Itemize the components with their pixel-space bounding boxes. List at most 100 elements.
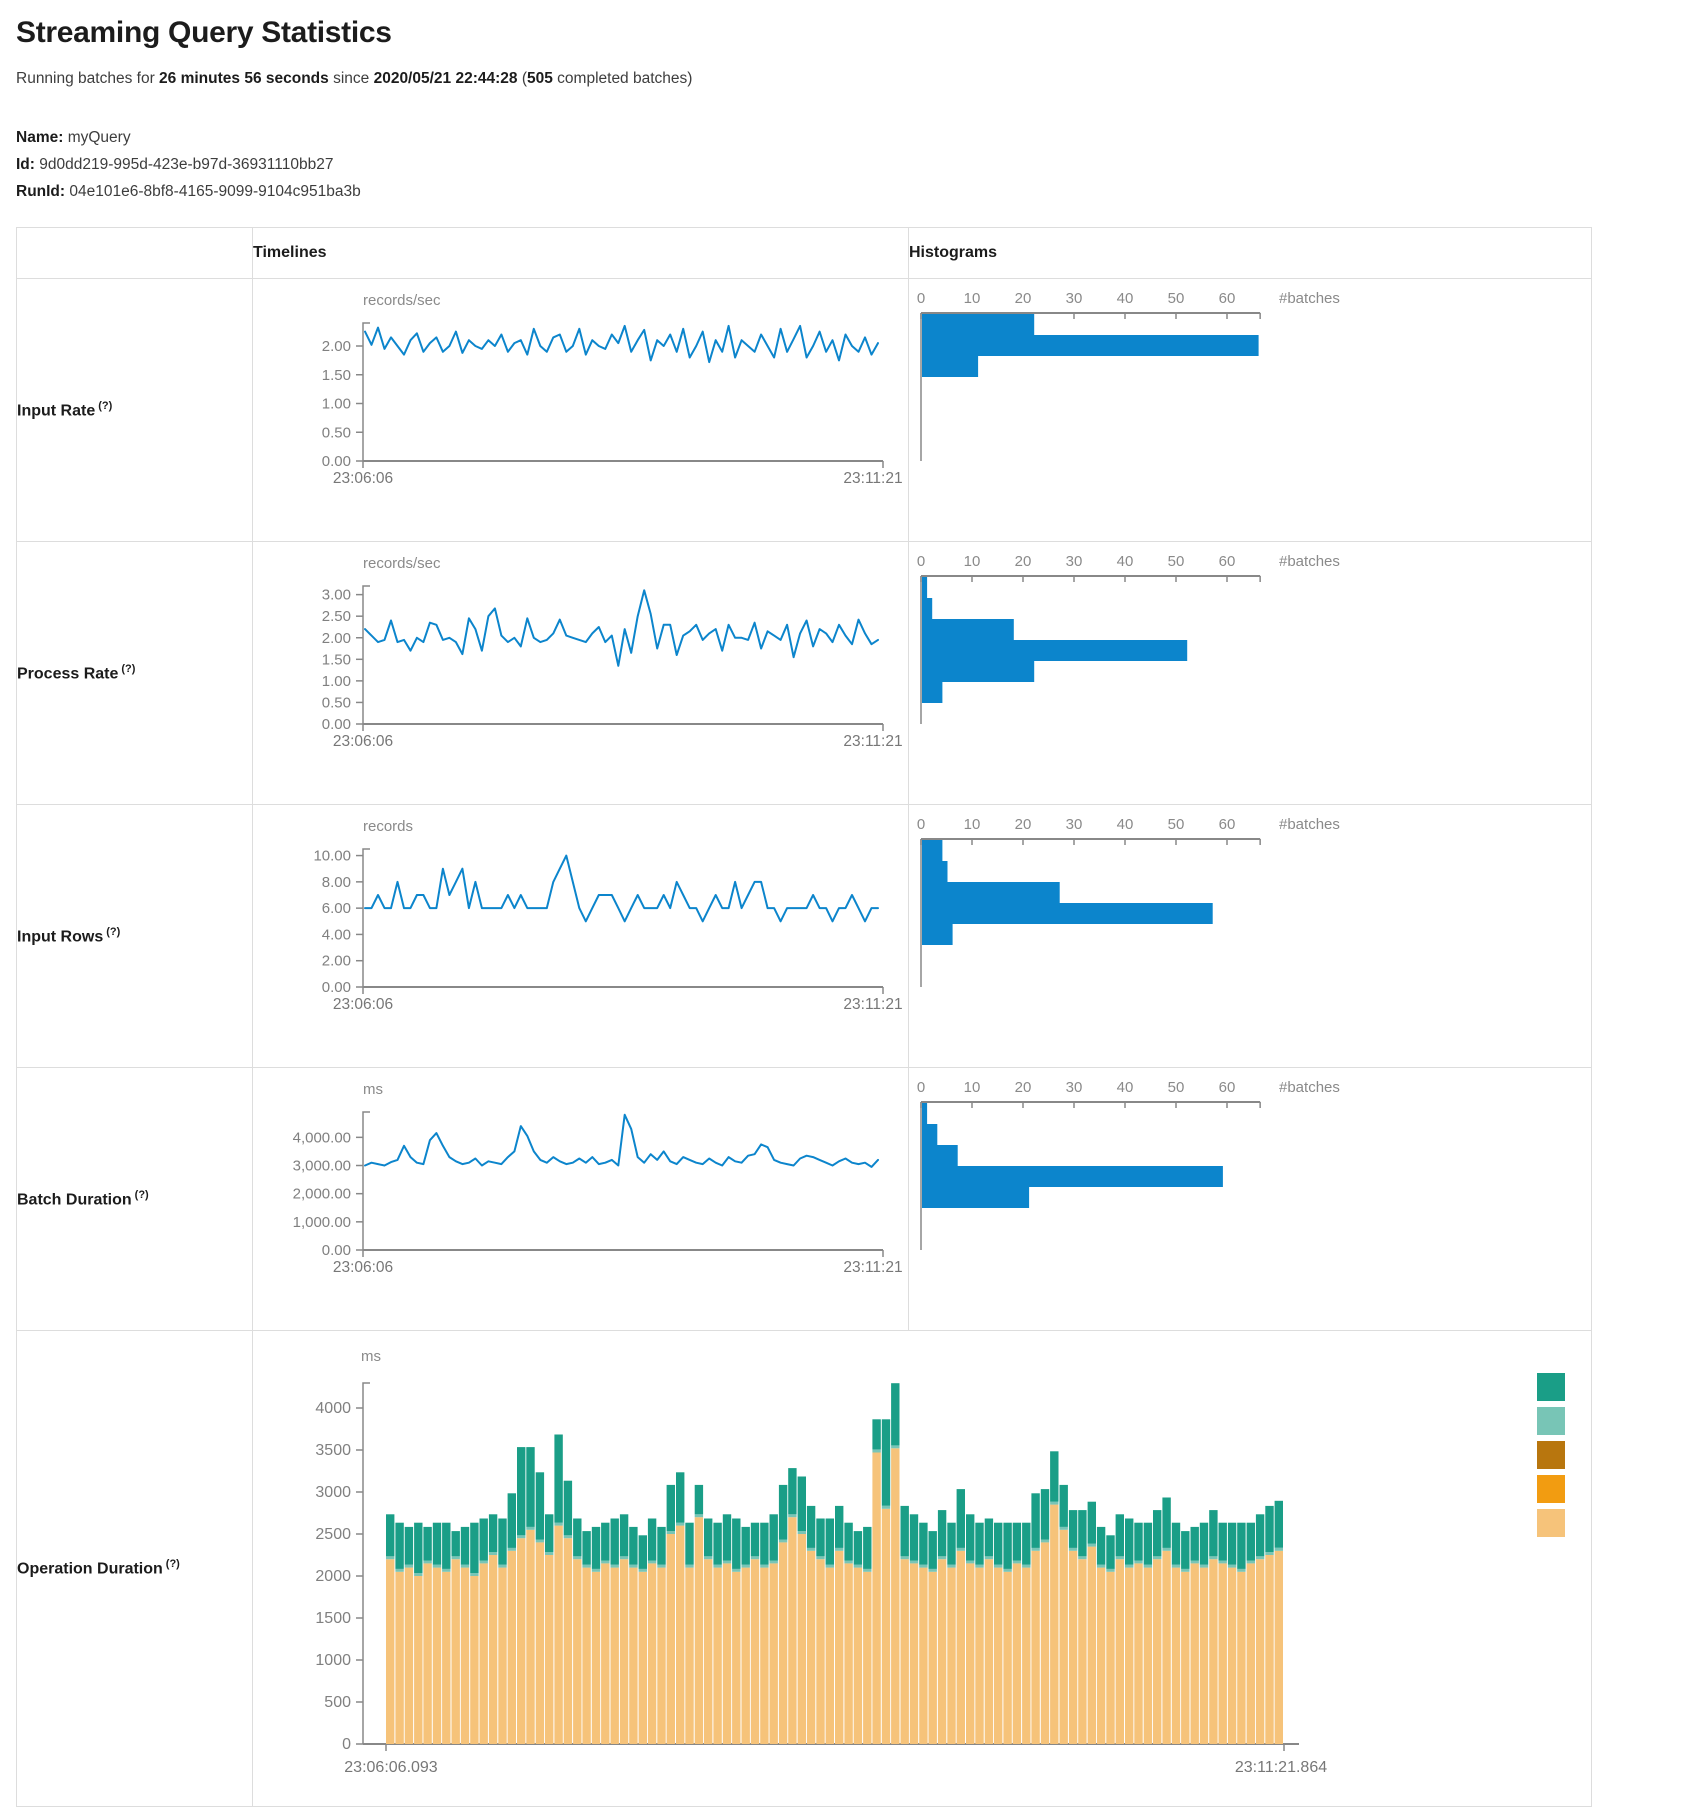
input-rate-row: Input Rate(?) records/sec2.001.501.000.5…: [17, 279, 1592, 542]
svg-text:60: 60: [1219, 290, 1236, 307]
input-rows-timeline-chart: records 10.00 8.00 6.00 4.00 2.00 0.0023:06:06…: [253, 805, 907, 1065]
help-icon[interactable]: (?): [98, 400, 112, 412]
svg-text:2.50: 2.50: [322, 608, 351, 625]
svg-text:23:11:21: 23:11:21: [843, 1259, 902, 1276]
process-rate-row: Process Rate(?) records/sec3.002.502.001…: [17, 542, 1592, 805]
statistics-table: Timelines Histograms Input Rate(?) recor…: [16, 227, 1592, 1807]
query-metadata: Name: myQuery Id: 9d0dd219-995d-423e-b97…: [16, 124, 1677, 205]
svg-text:#batches: #batches: [1279, 290, 1340, 307]
name-value: myQuery: [63, 129, 130, 146]
input-rate-timeline-chart: records/sec2.001.501.000.500.0023:06:062…: [253, 279, 907, 539]
process-rate-histogram-chart: 0102030405060#batches: [909, 542, 1590, 802]
svg-text:10: 10: [964, 816, 981, 833]
svg-text:records/sec: records/sec: [363, 292, 441, 309]
id-value: 9d0dd219-995d-423e-b97d-36931110bb27: [35, 156, 334, 173]
row-label-text: Process Rate: [17, 665, 118, 682]
batch-duration-histogram-cell: 0102030405060#batches: [909, 1068, 1592, 1331]
legend-swatch-tan: [1537, 1509, 1565, 1537]
svg-text:0.50: 0.50: [322, 424, 351, 441]
page-title: Streaming Query Statistics: [16, 16, 1677, 50]
input-rate-histogram-cell: 0102030405060#batches: [909, 279, 1592, 542]
svg-text:3.00: 3.00: [322, 587, 351, 604]
query-name-line: Name: myQuery: [16, 124, 1677, 151]
row-label-operation-duration: Operation Duration(?): [17, 1331, 253, 1807]
svg-text:10: 10: [964, 1079, 981, 1096]
svg-text:4.00: 4.00: [322, 926, 351, 943]
svg-text:3500: 3500: [315, 1442, 351, 1459]
process-rate-timeline-cell: records/sec3.002.502.001.501.000.500.002…: [253, 542, 909, 805]
running-batches-summary: Running batches for 26 minutes 56 second…: [16, 70, 1677, 88]
timelines-column-header: Timelines: [253, 228, 909, 279]
row-label-input-rows: Input Rows(?): [17, 805, 253, 1068]
help-icon[interactable]: (?): [166, 1558, 180, 1570]
operation-duration-stacked-chart: ms4000350030002500200015001000500023:06:…: [253, 1331, 1590, 1804]
batch-duration-histogram-chart: 0102030405060#batches: [909, 1068, 1590, 1328]
batch-duration-timeline-cell: ms4,000.003,000.002,000.001,000.000.0023…: [253, 1068, 909, 1331]
svg-text:0: 0: [917, 290, 925, 307]
runid-value: 04e101e6-8bf8-4165-9099-9104c951ba3b: [65, 183, 361, 200]
runid-label: RunId:: [16, 183, 65, 200]
svg-text:4000: 4000: [315, 1400, 351, 1417]
svg-text:10: 10: [964, 290, 981, 307]
open-paren: (: [518, 70, 527, 87]
svg-text:#batches: #batches: [1279, 553, 1340, 570]
id-label: Id:: [16, 156, 35, 173]
page-header: Streaming Query Statistics Running batch…: [0, 0, 1693, 205]
batch-duration-row: Batch Duration(?) ms4,000.003,000.002,00…: [17, 1068, 1592, 1331]
since-word: since: [329, 70, 374, 87]
svg-text:3,000.00: 3,000.00: [293, 1158, 351, 1175]
svg-text:2.00: 2.00: [322, 338, 351, 355]
svg-text:50: 50: [1168, 290, 1185, 307]
row-label-batch-duration: Batch Duration(?): [17, 1068, 253, 1331]
svg-text:8.00: 8.00: [322, 874, 351, 891]
input-rows-timeline-cell: records 10.00 8.00 6.00 4.00 2.00 0.0023:06:06…: [253, 805, 909, 1068]
batch-duration-timeline-chart: ms4,000.003,000.002,000.001,000.000.0023…: [253, 1068, 907, 1328]
help-icon[interactable]: (?): [106, 926, 120, 938]
svg-text:20: 20: [1015, 816, 1032, 833]
svg-text:60: 60: [1219, 816, 1236, 833]
svg-text:60: 60: [1219, 553, 1236, 570]
svg-text:50: 50: [1168, 553, 1185, 570]
input-rate-histogram-chart: 0102030405060#batches: [909, 279, 1590, 539]
legend-swatch-teal: [1537, 1373, 1565, 1401]
svg-text:1.50: 1.50: [322, 651, 351, 668]
histograms-column-header: Histograms: [909, 228, 1592, 279]
input-rate-timeline-cell: records/sec2.001.501.000.500.0023:06:062…: [253, 279, 909, 542]
empty-header-cell: [17, 228, 253, 279]
svg-text:2.00: 2.00: [322, 953, 351, 970]
svg-text:0.00: 0.00: [322, 979, 351, 996]
svg-text:6.00: 6.00: [322, 900, 351, 917]
svg-text:records/sec: records/sec: [363, 555, 441, 572]
svg-text:23:06:06: 23:06:06: [333, 996, 393, 1013]
help-icon[interactable]: (?): [121, 663, 135, 675]
svg-text:10.00: 10.00: [313, 848, 351, 865]
running-prefix: Running batches for: [16, 70, 159, 87]
svg-text:0: 0: [917, 1079, 925, 1096]
svg-text:23:06:06: 23:06:06: [333, 733, 393, 750]
svg-text:1500: 1500: [315, 1610, 351, 1627]
svg-text:20: 20: [1015, 290, 1032, 307]
svg-text:23:11:21: 23:11:21: [843, 733, 902, 750]
svg-text:60: 60: [1219, 1079, 1236, 1096]
legend-swatch-dark-amber: [1537, 1441, 1565, 1469]
svg-text:1.00: 1.00: [322, 396, 351, 413]
query-id-line: Id: 9d0dd219-995d-423e-b97d-36931110bb27: [16, 151, 1677, 178]
svg-text:20: 20: [1015, 1079, 1032, 1096]
start-time: 2020/05/21 22:44:28: [374, 70, 518, 87]
input-rows-histogram-chart: 0102030405060#batches: [909, 805, 1590, 1065]
svg-text:0.00: 0.00: [322, 716, 351, 733]
svg-text:40: 40: [1117, 1079, 1134, 1096]
help-icon[interactable]: (?): [135, 1189, 149, 1201]
legend-swatch-amber: [1537, 1475, 1565, 1503]
svg-text:1000: 1000: [315, 1652, 351, 1669]
svg-text:0.00: 0.00: [322, 1242, 351, 1259]
svg-text:23:11:21: 23:11:21: [843, 996, 902, 1013]
legend-swatch-light-teal: [1537, 1407, 1565, 1435]
input-rows-row: Input Rows(?) records 10.00 8.00 6.00 4.00 2.…: [17, 805, 1592, 1068]
svg-text:10: 10: [964, 553, 981, 570]
svg-text:#batches: #batches: [1279, 816, 1340, 833]
svg-text:ms: ms: [361, 1348, 381, 1365]
svg-text:0: 0: [342, 1736, 351, 1753]
svg-text:records: records: [363, 818, 413, 835]
svg-text:ms: ms: [363, 1081, 383, 1098]
